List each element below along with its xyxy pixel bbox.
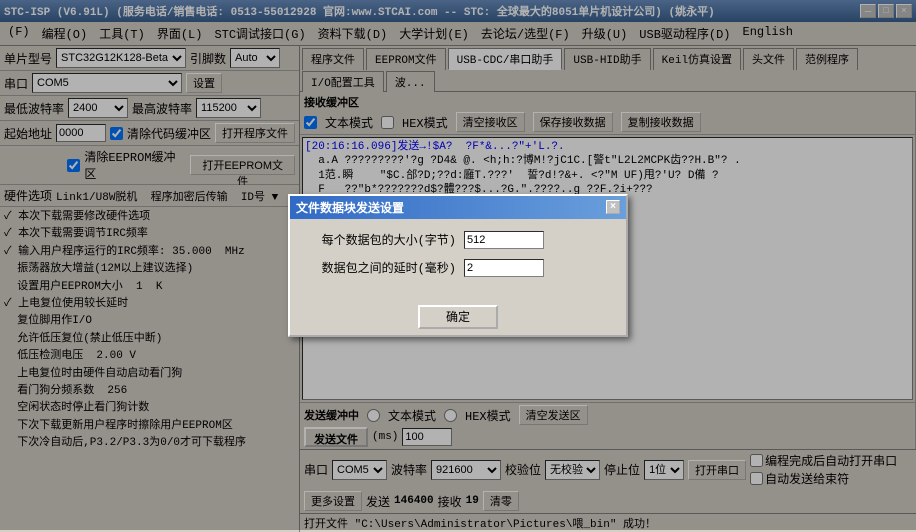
dialog-body: 每个数据包的大小(字节) 数据包之间的延时(毫秒) <box>290 219 626 299</box>
file-send-dialog: 文件数据块发送设置 × 每个数据包的大小(字节) 数据包之间的延时(毫秒) 确定 <box>288 194 628 337</box>
delay-input[interactable] <box>464 259 544 277</box>
packet-size-label: 每个数据包的大小(字节) <box>306 231 456 248</box>
dialog-close-button[interactable]: × <box>606 200 620 214</box>
dialog-overlay: 文件数据块发送设置 × 每个数据包的大小(字节) 数据包之间的延时(毫秒) 确定 <box>0 0 916 530</box>
packet-size-row: 每个数据包的大小(字节) <box>306 231 610 249</box>
dialog-title-bar: 文件数据块发送设置 × <box>290 196 626 219</box>
dialog-ok-button[interactable]: 确定 <box>418 305 498 329</box>
dialog-title-text: 文件数据块发送设置 <box>296 199 404 216</box>
dialog-footer: 确定 <box>290 299 626 335</box>
packet-size-input[interactable] <box>464 231 544 249</box>
delay-label: 数据包之间的延时(毫秒) <box>306 259 456 276</box>
delay-row: 数据包之间的延时(毫秒) <box>306 259 610 277</box>
